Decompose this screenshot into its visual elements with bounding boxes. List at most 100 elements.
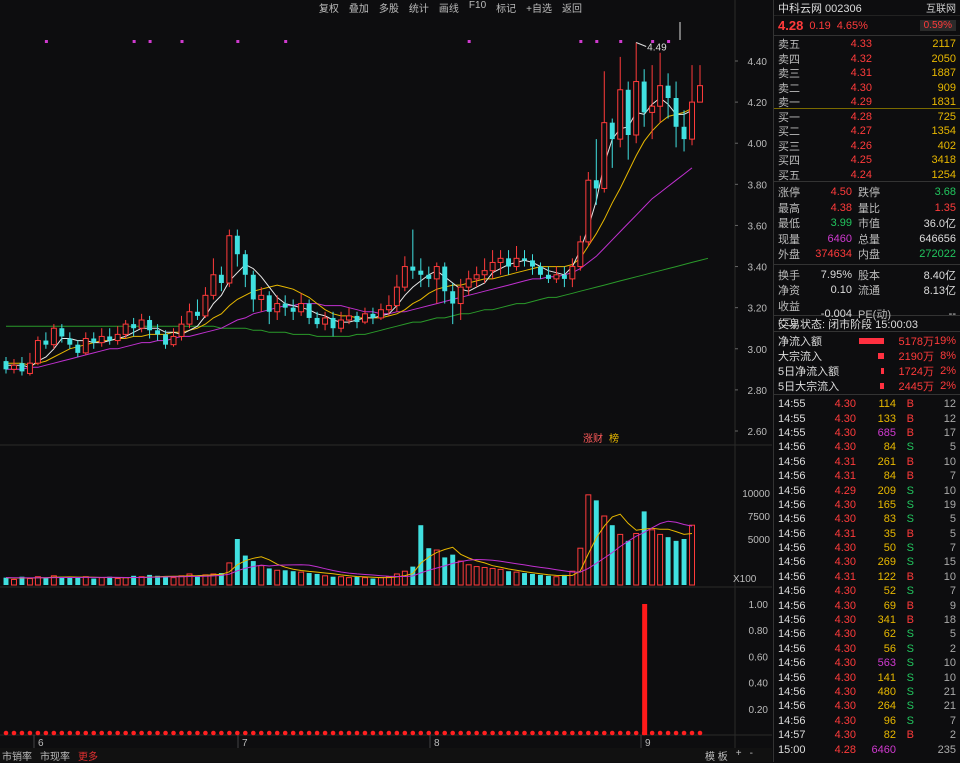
volume-bar xyxy=(545,575,551,585)
stat-key: 跌停 xyxy=(858,187,880,199)
volume-bar xyxy=(98,577,105,586)
event-marker[interactable] xyxy=(667,40,671,43)
industry-tag[interactable]: 互联网 xyxy=(926,0,956,15)
stats-block-2: 换手 7.95% 股本 8.40亿 净资 0.10 流通 8.13亿 收益(二) -0.004 PE… xyxy=(774,265,960,329)
tick-count: 2 xyxy=(949,642,956,655)
volume-bar xyxy=(465,564,472,586)
zoom-in-button[interactable]: + xyxy=(736,748,742,763)
volume-bar xyxy=(450,554,456,585)
level-price: 4.29 xyxy=(850,96,872,108)
event-marker[interactable] xyxy=(284,40,288,43)
indicator-signal-bar xyxy=(642,604,648,735)
volume-bar xyxy=(147,574,153,585)
flow-key: 5日净流入额 xyxy=(778,366,840,378)
tick-price: 4.30 xyxy=(834,498,856,511)
tick-side: B xyxy=(906,527,914,540)
tick-side: S xyxy=(906,556,914,569)
candle-body xyxy=(633,81,640,136)
toolbar-item-2[interactable]: 多股 xyxy=(379,0,399,15)
flow-bar xyxy=(858,338,884,344)
candle-body xyxy=(147,320,153,331)
toolbar-item-6[interactable]: 标记 xyxy=(496,0,516,15)
flow-amount: 2190万 xyxy=(898,351,934,363)
tick-price: 4.30 xyxy=(834,398,856,411)
candle-body xyxy=(202,294,209,317)
industry-change-badge: 0.59% xyxy=(919,20,956,31)
tick-price: 4.30 xyxy=(834,700,856,713)
level-volume: 1831 xyxy=(931,96,956,108)
kline-chart[interactable]: 4.40 4.20 4.00 3.80 3.60 3.40 3.20 3.00 2.80 2.60… xyxy=(0,0,772,762)
volume-bar xyxy=(75,577,81,585)
tick-side: B xyxy=(906,412,914,425)
stat-value: 1.35 xyxy=(934,201,956,214)
tick-side: S xyxy=(906,700,914,713)
tick-side: S xyxy=(906,671,914,684)
tick-side: B xyxy=(906,599,914,612)
toolbar-item-3[interactable]: 统计 xyxy=(409,0,429,15)
tab-ps-ratio[interactable]: 市销率 xyxy=(2,748,32,763)
stat-row: 收益(二) -0.004 PE(动) -- xyxy=(774,298,960,329)
toolbar-item-4[interactable]: 画线 xyxy=(439,0,459,15)
tick-price: 4.30 xyxy=(834,642,856,655)
indicator-dot xyxy=(562,730,567,736)
toolbar-item-1[interactable]: 叠加 xyxy=(349,0,369,15)
tab-more[interactable]: 更多 xyxy=(78,748,98,763)
toolbar-item-5[interactable]: F10 xyxy=(469,0,486,12)
event-marker[interactable] xyxy=(236,40,240,43)
tick-row: 14:56 4.30 480 S 21 xyxy=(774,685,960,699)
stock-header: 中科云网 002306 互联网 xyxy=(774,0,960,16)
tick-time: 14:55 xyxy=(778,426,806,439)
event-marker[interactable] xyxy=(180,40,184,43)
indicator-dot xyxy=(458,730,463,736)
indicator-dot xyxy=(19,730,25,736)
tick-price: 4.31 xyxy=(834,570,856,583)
price-axis-label: 3.40 xyxy=(748,263,768,274)
event-marker[interactable] xyxy=(595,40,599,43)
candle-body xyxy=(641,81,647,113)
indicator-dot xyxy=(59,730,65,736)
event-marker[interactable] xyxy=(579,40,583,43)
tick-time: 14:56 xyxy=(778,527,806,540)
volume-bar xyxy=(82,576,89,586)
indicator-dot xyxy=(546,730,551,736)
tick-time: 14:57 xyxy=(778,729,806,742)
event-marker[interactable] xyxy=(132,40,136,43)
toolbar-item-8[interactable]: 返回 xyxy=(562,0,582,15)
candle-body xyxy=(338,319,345,329)
candle-body xyxy=(585,179,592,243)
candle-body xyxy=(98,335,105,344)
event-marker[interactable] xyxy=(44,40,48,43)
zoom-out-button[interactable]: - xyxy=(750,748,753,763)
volume-bar xyxy=(681,539,687,585)
tab-pcf-ratio[interactable]: 市现率 xyxy=(40,748,70,763)
tick-price: 4.30 xyxy=(834,686,856,698)
badge-news[interactable]: 涨财 xyxy=(583,432,603,445)
indicator-dot xyxy=(681,730,687,736)
tick-row: 14:56 4.30 563 S 10 xyxy=(774,656,960,670)
candle-body xyxy=(354,315,360,323)
event-marker[interactable] xyxy=(651,40,655,43)
chart-area[interactable]: 4.40 4.20 4.00 3.80 3.60 3.40 3.20 3.00 2.80 2.60… xyxy=(0,0,772,763)
candle-body xyxy=(91,338,97,343)
indicator-dot xyxy=(35,730,41,736)
tick-time: 14:56 xyxy=(778,556,806,569)
indicator-dot xyxy=(243,730,248,736)
indicator-dot xyxy=(227,730,232,736)
tick-volume: 165 xyxy=(877,498,896,511)
candle-body xyxy=(385,305,392,311)
toolbar-item-7[interactable]: +自选 xyxy=(526,0,552,15)
toolbar-item-0[interactable]: 复权 xyxy=(319,0,339,15)
event-marker[interactable] xyxy=(148,40,152,43)
candle-body xyxy=(689,101,695,140)
indicator-dot xyxy=(442,730,448,736)
candle-body xyxy=(242,254,248,275)
event-marker[interactable] xyxy=(619,40,623,43)
volume-bar xyxy=(91,578,97,585)
candle-body xyxy=(290,307,296,312)
volume-bar xyxy=(481,567,488,586)
tick-list[interactable]: 14:55 4.30 114 B 12 14:55 4.30 133 B 12 14:55 4.30 6… xyxy=(774,395,960,757)
event-marker[interactable] xyxy=(467,40,471,43)
tick-row: 14:56 4.31 122 B 10 xyxy=(774,570,960,584)
template-button[interactable]: 模 板 xyxy=(705,748,728,763)
badge-list[interactable]: 榜 xyxy=(609,432,619,445)
